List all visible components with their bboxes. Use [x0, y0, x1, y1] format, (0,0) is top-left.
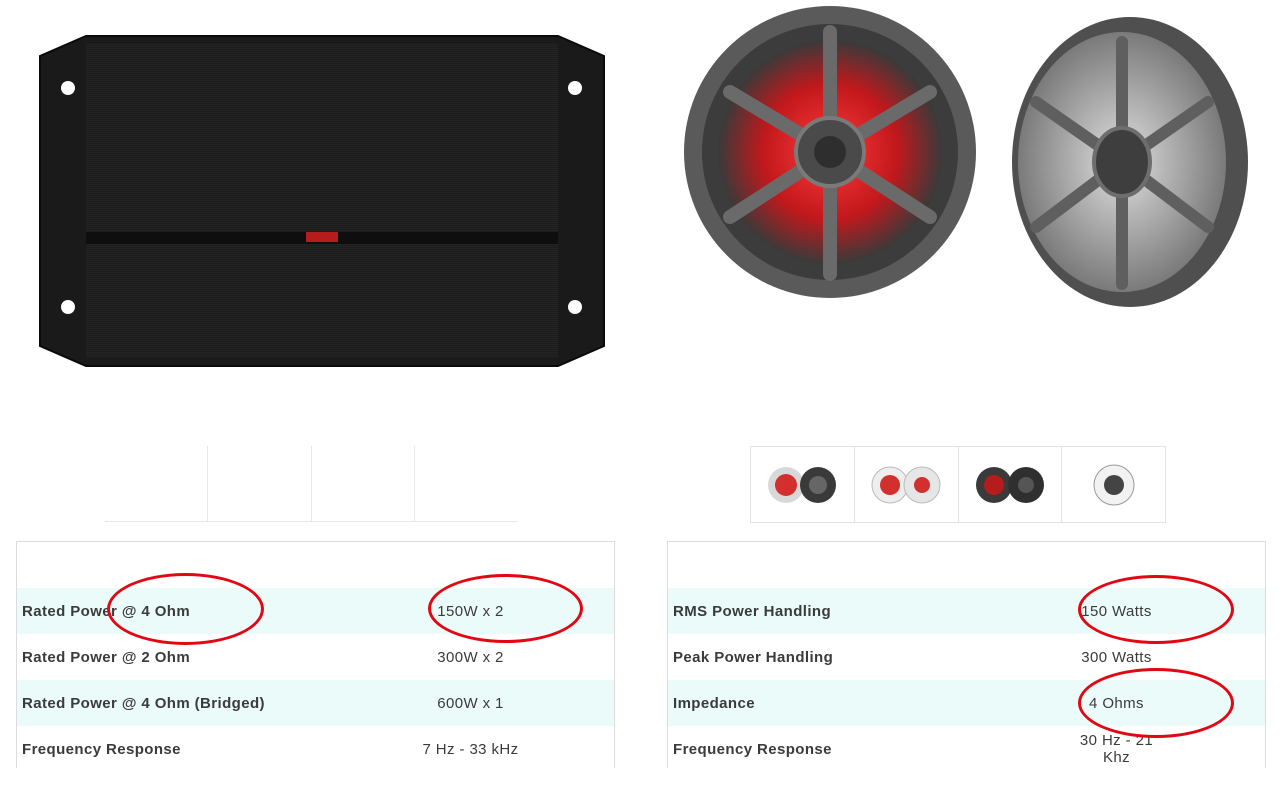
- thumbnail-charcoal-red[interactable]: [750, 446, 854, 523]
- speakers-image: [660, 2, 1280, 382]
- spec-label: Rated Power @ 4 Ohm: [22, 602, 191, 620]
- spec-value: 600W x 1: [437, 694, 504, 712]
- amp-thumbnail-slot[interactable]: [414, 446, 517, 522]
- table-row: RMS Power Handling 150 Watts: [668, 588, 1265, 634]
- spec-value: 150 Watts: [1081, 602, 1152, 620]
- amp-thumbnail-slot[interactable]: [105, 446, 209, 522]
- speaker-thumbnail-strip: [750, 446, 1166, 523]
- thumbnail-white-single[interactable]: [1061, 446, 1166, 523]
- spec-label: Peak Power Handling: [673, 648, 834, 666]
- spec-value: 150W x 2: [437, 602, 504, 620]
- spec-value: 7 Hz - 33 kHz: [422, 740, 519, 758]
- spec-value: 30 Hz - 21 Khz: [1079, 732, 1154, 766]
- spec-value: 300W x 2: [437, 648, 504, 666]
- spec-table-header: [17, 542, 614, 588]
- spec-label: Frequency Response: [22, 740, 181, 758]
- amplifier-image: [38, 34, 606, 368]
- spec-label: Rated Power @ 2 Ohm: [22, 648, 191, 666]
- thumbnail-charcoal-dark[interactable]: [957, 446, 1062, 523]
- table-row: Rated Power @ 2 Ohm 300W x 2: [17, 634, 614, 680]
- table-row: Frequency Response 7 Hz - 33 kHz: [17, 726, 614, 768]
- spec-label: Frequency Response: [673, 740, 832, 758]
- spec-label: Impedance: [673, 694, 755, 712]
- amp-thumbnail-slot[interactable]: [311, 446, 415, 522]
- amp-thumbnail-slot[interactable]: [208, 446, 312, 522]
- amp-thumbnail-strip: [105, 446, 517, 522]
- amp-spec-table: Rated Power @ 4 Ohm 150W x 2 Rated Power…: [16, 541, 615, 768]
- table-row: Peak Power Handling 300 Watts: [668, 634, 1265, 680]
- spec-value: 300 Watts: [1081, 648, 1152, 666]
- spec-label: Rated Power @ 4 Ohm (Bridged): [22, 694, 265, 712]
- spec-table-header: [668, 542, 1265, 588]
- table-row: Rated Power @ 4 Ohm (Bridged) 600W x 1: [17, 680, 614, 726]
- spec-label: RMS Power Handling: [673, 602, 832, 620]
- spec-value: 4 Ohms: [1089, 694, 1144, 712]
- speaker-spec-table: RMS Power Handling 150 Watts Peak Power …: [667, 541, 1266, 768]
- table-row: Rated Power @ 4 Ohm 150W x 2: [17, 588, 614, 634]
- table-row: Frequency Response 30 Hz - 21 Khz: [668, 726, 1265, 768]
- thumbnail-white-red[interactable]: [853, 446, 958, 523]
- table-row: Impedance 4 Ohms: [668, 680, 1265, 726]
